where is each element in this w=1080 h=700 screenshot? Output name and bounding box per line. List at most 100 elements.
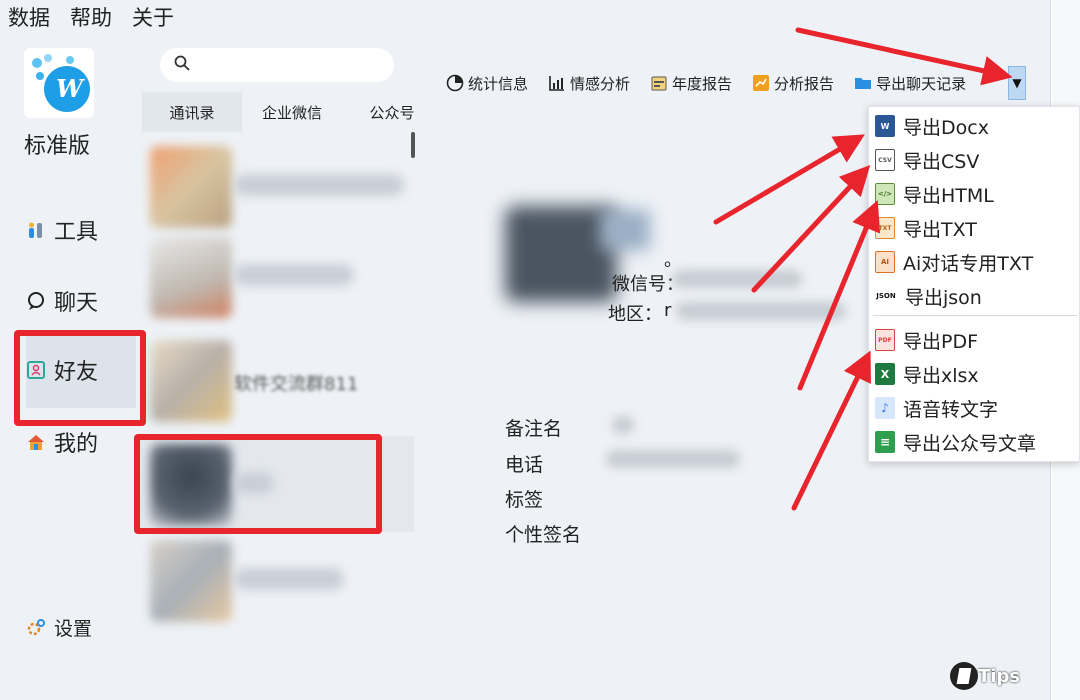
sidebar-item-mine[interactable]: 我的 <box>26 426 98 458</box>
export-dropdown-button[interactable]: ▼ <box>1008 66 1026 100</box>
menu-item-label: 导出json <box>905 286 982 309</box>
export-html-item[interactable]: </> 导出HTML <box>875 179 1075 209</box>
menu-item-label: 导出PDF <box>903 330 979 353</box>
folder-export-icon <box>854 74 872 92</box>
search-icon <box>174 55 190 75</box>
menu-about[interactable]: 关于 <box>132 2 174 32</box>
export-pdf-item[interactable]: PDF 导出PDF <box>875 325 1075 355</box>
export-ai-txt-item[interactable]: AI Ai对话专用TXT <box>875 247 1075 277</box>
tab-contacts[interactable]: 通讯录 <box>142 92 242 132</box>
contact-avatar <box>150 146 232 228</box>
tool-label: 情感分析 <box>570 74 631 93</box>
json-icon: JSON <box>875 285 897 307</box>
phone-label: 电话 <box>505 454 544 476</box>
profile-dot: 。 <box>664 250 682 271</box>
tab-official-accounts[interactable]: 公众号 <box>342 92 442 132</box>
sidebar-item-label: 我的 <box>54 432 99 457</box>
export-docx-item[interactable]: W 导出Docx <box>875 111 1075 141</box>
sidebar-item-label: 聊天 <box>54 291 99 316</box>
remark-value <box>612 416 634 434</box>
wechat-id-value <box>672 270 802 288</box>
sidebar-item-tools[interactable]: 工具 <box>26 214 98 246</box>
app-logo: W <box>24 48 94 118</box>
contact-name <box>234 568 344 590</box>
export-menu: W 导出Docx CSV 导出CSV </> 导出HTML TXT 导出TXT … <box>868 106 1080 462</box>
contact-name <box>234 264 354 286</box>
export-xlsx-item[interactable]: X 导出xlsx <box>875 359 1075 389</box>
tool-label: 分析报告 <box>774 74 835 93</box>
menu-item-label: 导出Docx <box>903 116 989 139</box>
contact-list-item[interactable] <box>150 540 412 622</box>
annual-report-button[interactable]: 年度报告 <box>650 73 732 94</box>
export-csv-item[interactable]: CSV 导出CSV <box>875 145 1075 175</box>
arrow-to-dropdown <box>795 27 1013 86</box>
export-txt-item[interactable]: TXT 导出TXT <box>875 213 1075 243</box>
html-icon: </> <box>875 183 895 205</box>
menu-item-label: Ai对话专用TXT <box>903 252 1034 275</box>
analysis-toolbar: 统计信息 情感分析 年度报告 分析报告 导出聊天记录 <box>446 70 966 96</box>
menu-help[interactable]: 帮助 <box>70 2 112 32</box>
menu-bar: 数据 帮助 关于 <box>0 0 1050 34</box>
annotation-box-contact <box>134 434 382 534</box>
sidebar-item-chat[interactable]: 聊天 <box>26 285 98 317</box>
txt-icon: TXT <box>875 217 895 239</box>
word-icon: W <box>875 115 895 137</box>
contact-list-item[interactable] <box>150 236 412 318</box>
contact-list-item[interactable] <box>150 146 412 228</box>
contact-list-item[interactable]: 软件交流群811 <box>150 340 412 422</box>
remark-label: 备注名 <box>505 418 563 440</box>
arrow-to-pdf <box>791 350 871 511</box>
export-chat-button[interactable]: 导出聊天记录 <box>854 73 966 94</box>
tool-label: 导出聊天记录 <box>876 74 967 93</box>
search-input[interactable] <box>198 57 388 73</box>
tab-wecom[interactable]: 企业微信 <box>242 92 342 132</box>
analysis-report-icon <box>752 74 770 92</box>
region-label: 地区： <box>608 304 662 325</box>
menu-item-label: 导出TXT <box>903 218 977 241</box>
calendar-report-icon <box>650 74 668 92</box>
sidebar-item-label: 工具 <box>54 220 99 245</box>
tags-label: 标签 <box>505 489 544 511</box>
menu-item-label: 导出CSV <box>903 150 980 173</box>
chat-icon <box>26 291 46 311</box>
signature-label: 个性签名 <box>505 524 582 546</box>
menu-item-label: 导出公众号文章 <box>903 432 1037 455</box>
arrow-to-html <box>797 200 881 391</box>
menu-item-label: 语音转文字 <box>903 398 999 421</box>
profile-name-blur <box>600 210 650 250</box>
ai-txt-icon: AI <box>875 251 895 273</box>
tool-label: 年度报告 <box>672 74 733 93</box>
stats-button[interactable]: 统计信息 <box>446 73 528 94</box>
article-icon: ≡ <box>875 431 895 453</box>
export-json-item[interactable]: JSON 导出json <box>875 281 1075 311</box>
annotation-box-friends <box>14 330 146 426</box>
sentiment-button[interactable]: 情感分析 <box>548 73 630 94</box>
menu-data[interactable]: 数据 <box>8 2 50 32</box>
menu-item-label: 导出xlsx <box>903 364 979 387</box>
menu-item-label: 导出HTML <box>903 184 994 207</box>
search-box[interactable] <box>160 48 394 82</box>
export-article-item[interactable]: ≡ 导出公众号文章 <box>875 427 1075 457</box>
sidebar-item-label: 设置 <box>54 618 93 640</box>
contact-avatar <box>150 340 232 422</box>
excel-icon: X <box>875 363 895 385</box>
contact-name <box>234 174 404 196</box>
contact-avatar <box>150 540 232 622</box>
contact-tabs: 通讯录 企业微信 公众号 <box>142 92 442 132</box>
contact-name: 软件交流群811 <box>234 374 359 395</box>
contact-avatar <box>150 236 232 318</box>
bar-chart-icon <box>548 74 566 92</box>
csv-icon: CSV <box>875 149 895 171</box>
gear-icon <box>26 618 46 638</box>
edition-label: 标准版 <box>24 134 91 159</box>
voice-to-text-icon: ♪ <box>875 397 895 419</box>
region-value <box>676 302 846 320</box>
phone-value <box>606 450 740 468</box>
watermark-text: Tips <box>978 666 1021 687</box>
analysis-report-button[interactable]: 分析报告 <box>752 73 834 94</box>
tool-label: 统计信息 <box>468 74 529 93</box>
region-prefix: r <box>664 300 672 321</box>
voice-to-text-item[interactable]: ♪ 语音转文字 <box>875 393 1075 423</box>
home-icon <box>26 432 46 452</box>
sidebar-item-settings[interactable]: 设置 <box>26 614 92 641</box>
